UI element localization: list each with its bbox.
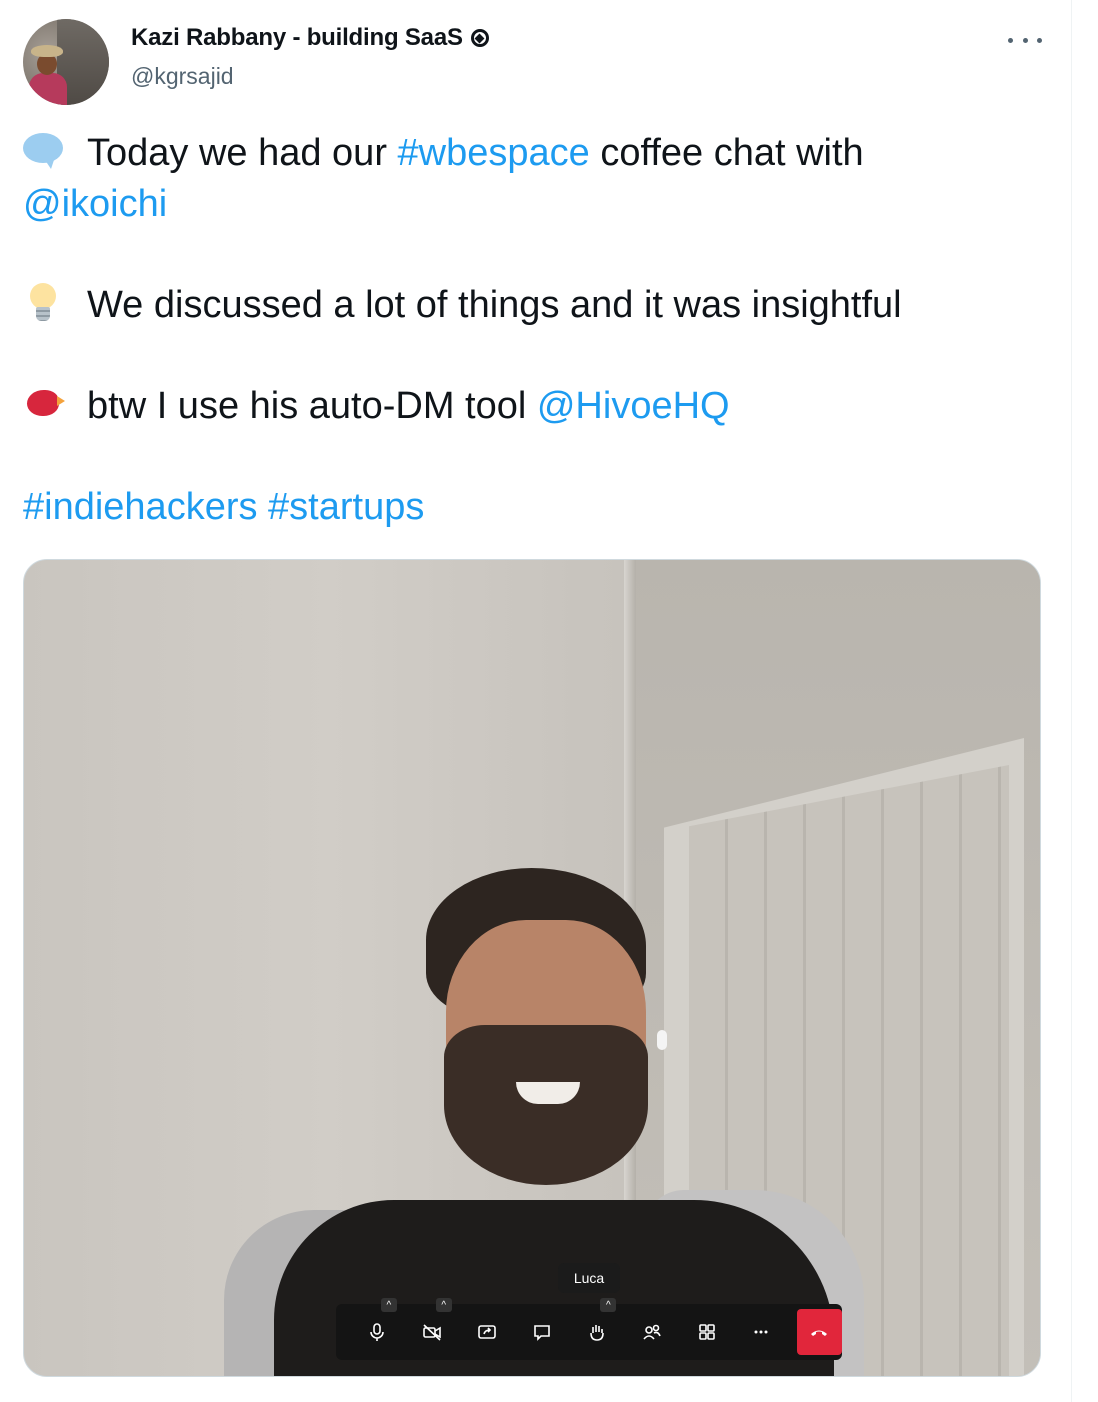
- speech-bubble-icon: [23, 131, 63, 171]
- camera-off-icon: [423, 1324, 442, 1341]
- hang-up-icon: [811, 1330, 828, 1336]
- tweet-line-4: btw I use his auto-DM tool @HivoeHQ: [23, 381, 1033, 432]
- more-options-button[interactable]: [1008, 28, 1042, 52]
- hashtag-link[interactable]: #wbespace: [398, 132, 590, 174]
- call-control-bar: ^ ^ ^: [336, 1298, 842, 1360]
- grid-view-button[interactable]: [679, 1312, 734, 1352]
- bird-icon: [23, 384, 65, 424]
- chevron-up-icon[interactable]: ^: [435, 1298, 452, 1312]
- hang-up-button[interactable]: [796, 1309, 842, 1355]
- light-bulb-icon: [23, 282, 63, 323]
- chevron-up-icon[interactable]: ^: [380, 1298, 397, 1312]
- chat-icon: [534, 1325, 550, 1341]
- dot-icon: [1022, 37, 1028, 43]
- tweet-text-segment: btw I use his auto-DM tool: [87, 385, 537, 427]
- more-call-options-button[interactable]: [734, 1312, 789, 1352]
- microphone-icon: [370, 1323, 385, 1341]
- share-screen-button[interactable]: [460, 1312, 515, 1352]
- avatar-shirt: [29, 73, 67, 105]
- author-name[interactable]: Kazi Rabbany - building SaaS: [131, 24, 489, 52]
- tweet-text-segment: coffee chat with: [589, 132, 864, 174]
- timeline-divider: [1071, 0, 1072, 1402]
- earbud: [657, 1030, 667, 1050]
- tweet-line-2: @ikoichi: [23, 179, 1033, 230]
- avatar[interactable]: [23, 19, 109, 105]
- more-icon: [754, 1330, 768, 1334]
- participant-name-tag: Luca: [558, 1263, 620, 1293]
- raise-hand-button[interactable]: ^: [569, 1298, 624, 1352]
- participants-icon: [643, 1324, 661, 1340]
- hashtag-link[interactable]: #indiehackers: [23, 486, 257, 528]
- share-screen-icon: [478, 1325, 496, 1339]
- chat-button[interactable]: [515, 1312, 570, 1352]
- tweet-text: Today we had our #wbespace coffee chat w…: [23, 128, 1033, 533]
- tweet-line-1: Today we had our #wbespace coffee chat w…: [23, 128, 1033, 179]
- tweet-line-5: #indiehackers #startups: [23, 482, 1033, 533]
- tweet-media-image[interactable]: Luca ^ ^ ^: [23, 559, 1041, 1377]
- mention-link[interactable]: @ikoichi: [23, 183, 167, 225]
- microphone-button[interactable]: ^: [350, 1298, 405, 1352]
- avatar-hat: [31, 45, 63, 57]
- video-participant: [164, 860, 864, 1376]
- tweet-text-segment: We discussed a lot of things and it was …: [87, 284, 902, 326]
- camera-button[interactable]: ^: [405, 1298, 460, 1352]
- beard: [444, 1025, 648, 1185]
- author-handle[interactable]: @kgrsajid: [131, 63, 234, 90]
- chevron-up-icon[interactable]: ^: [600, 1298, 617, 1312]
- hashtag-link[interactable]: #startups: [268, 486, 424, 528]
- author-name-text: Kazi Rabbany - building SaaS: [131, 24, 463, 51]
- mention-link[interactable]: @HivoeHQ: [537, 385, 730, 427]
- verified-icon: [470, 29, 489, 47]
- raise-hand-icon: [590, 1325, 604, 1341]
- participants-button[interactable]: [624, 1312, 679, 1352]
- dot-icon: [1008, 37, 1013, 43]
- tweet-text-segment: Today we had our: [87, 132, 398, 174]
- dot-icon: [1037, 37, 1042, 43]
- tweet-line-3: We discussed a lot of things and it was …: [23, 280, 1033, 331]
- grid-view-icon: [698, 1324, 715, 1340]
